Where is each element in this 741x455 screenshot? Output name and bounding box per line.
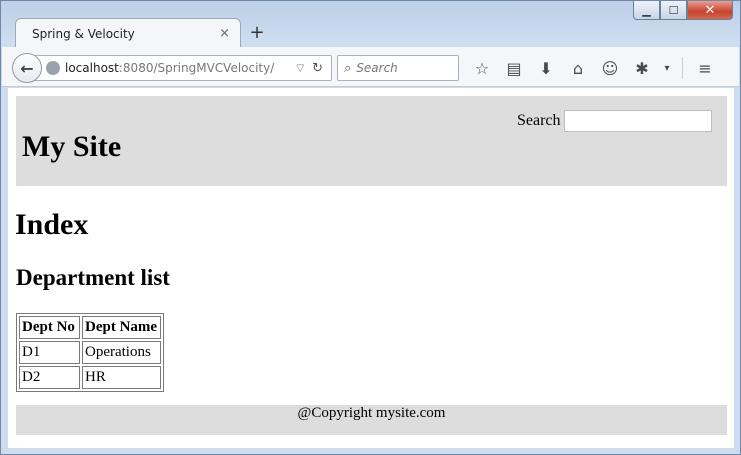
table-cell-dept-no: D1: [19, 341, 80, 364]
section-title: Department list: [16, 265, 170, 290]
maximize-button[interactable]: ☐: [660, 1, 687, 20]
tab-spring-velocity[interactable]: Spring & Velocity ×: [15, 18, 241, 48]
minimize-button[interactable]: ▁: [633, 1, 660, 20]
site-search-input[interactable]: [564, 110, 712, 132]
search-icon: ⌕: [344, 60, 352, 76]
navigation-toolbar: ← localhost:8080/SpringMVCVelocity/ ▽ ↻ …: [2, 47, 739, 87]
close-window-button[interactable]: ✕: [687, 1, 733, 20]
page-title: Index: [15, 208, 89, 241]
addon-icon[interactable]: ✱: [626, 55, 658, 81]
site-title: My Site: [22, 130, 122, 163]
table-row: D2 HR: [19, 366, 161, 389]
back-button[interactable]: ←: [12, 53, 42, 83]
table-cell-dept-name: HR: [82, 366, 161, 389]
window-controls: ▁ ☐ ✕: [633, 1, 733, 20]
globe-icon: [46, 61, 60, 75]
column-header-dept-name: Dept Name: [82, 316, 161, 339]
new-tab-button[interactable]: +: [243, 21, 271, 45]
url-host: localhost: [65, 61, 119, 75]
column-header-dept-no: Dept No: [19, 316, 80, 339]
toolbar-icons: ☆ ▤ ⬇ ⌂ ☺ ✱ ▾ ≡: [466, 55, 721, 81]
department-table: Dept No Dept Name D1 Operations D2 HR: [16, 313, 164, 392]
reload-icon[interactable]: ↻: [312, 61, 323, 76]
home-icon[interactable]: ⌂: [562, 55, 594, 81]
url-path: :8080/SpringMVCVelocity/: [118, 61, 275, 75]
history-dropdown-icon[interactable]: ▽: [296, 63, 304, 74]
tab-title: Spring & Velocity: [32, 26, 135, 41]
browser-window: ▁ ☐ ✕ Spring & Velocity × + ← localhost:…: [0, 0, 741, 455]
smiley-icon[interactable]: ☺: [594, 55, 626, 81]
table-cell-dept-name: Operations: [82, 341, 161, 364]
menu-icon[interactable]: ≡: [689, 55, 721, 81]
url-bar[interactable]: localhost:8080/SpringMVCVelocity/ ▽ ↻: [32, 55, 332, 81]
page-viewport: My Site Search Index Department list Dep…: [8, 88, 734, 448]
dropdown-icon[interactable]: ▾: [658, 55, 676, 81]
toolbar-separator: [682, 57, 683, 79]
reading-list-icon[interactable]: ▤: [498, 55, 530, 81]
table-cell-dept-no: D2: [19, 366, 80, 389]
site-footer: @Copyright mysite.com: [16, 405, 727, 435]
search-placeholder: Search: [356, 61, 398, 75]
browser-search-bar[interactable]: ⌕ Search: [337, 55, 459, 81]
search-label: Search: [517, 112, 561, 129]
site-header: My Site Search: [16, 96, 727, 186]
tab-close-icon[interactable]: ×: [219, 26, 230, 41]
table-header-row: Dept No Dept Name: [19, 316, 161, 339]
download-icon[interactable]: ⬇: [530, 55, 562, 81]
table-row: D1 Operations: [19, 341, 161, 364]
star-icon[interactable]: ☆: [466, 55, 498, 81]
url-text[interactable]: localhost:8080/SpringMVCVelocity/: [65, 61, 296, 75]
